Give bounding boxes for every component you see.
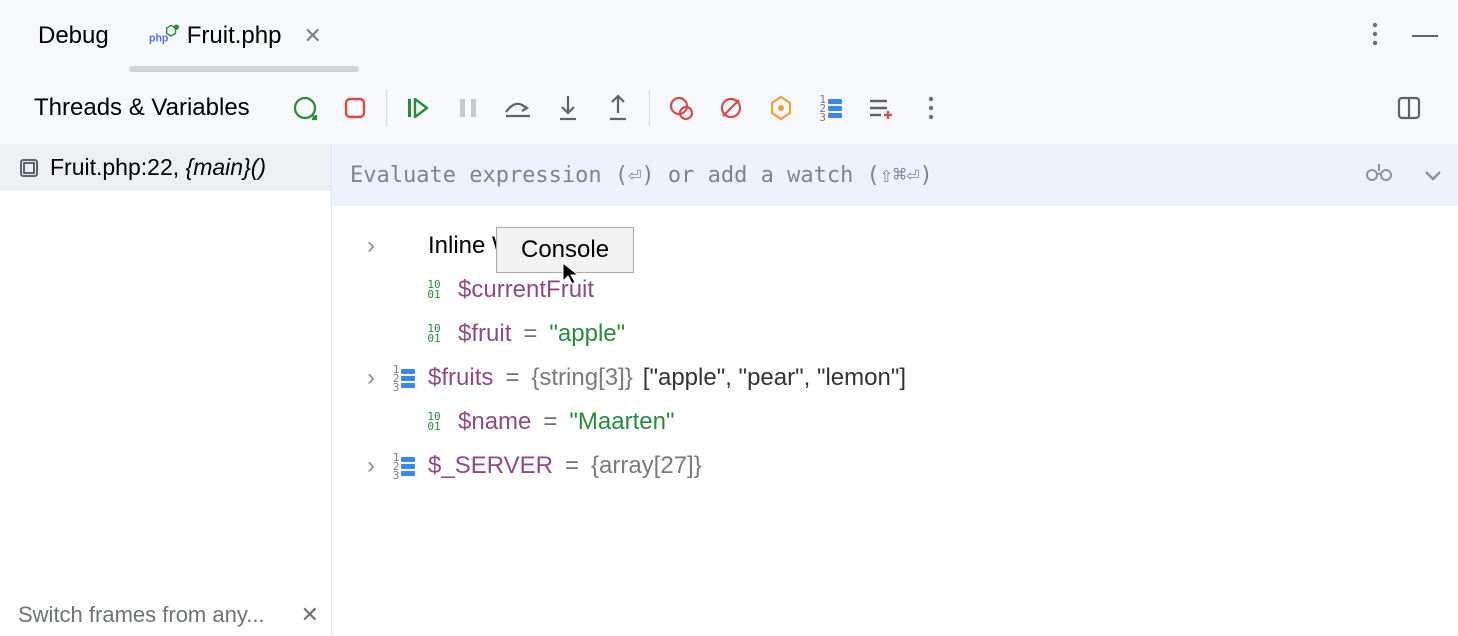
frame-icon <box>18 157 40 179</box>
variable-name: $fruit <box>458 320 511 348</box>
variable-row-currentfruit[interactable]: › 1001 $currentFruit <box>362 268 1458 312</box>
array-icon: 123 <box>393 365 416 392</box>
variable-type: {string[3]} <box>531 364 632 392</box>
stop-icon[interactable] <box>330 88 380 128</box>
variable-row-server[interactable]: › 123 $_SERVER = {array[27]} <box>362 444 1458 488</box>
toolbar-separator <box>386 90 387 126</box>
debug-toolbar: Threads & Variables 123 <box>0 72 1458 144</box>
tooltip-label: Console <box>521 236 609 263</box>
rerun-icon[interactable] <box>280 88 330 128</box>
array-icon: 123 <box>393 453 416 480</box>
glasses-icon[interactable] <box>1364 162 1394 188</box>
step-out-icon[interactable] <box>593 88 643 128</box>
mute-breakpoints-icon[interactable] <box>706 88 756 128</box>
step-over-icon[interactable] <box>493 88 543 128</box>
variable-name: $name <box>458 408 531 436</box>
resume-icon[interactable] <box>393 88 443 128</box>
variable-preview: ["apple", "pear", "lemon"] <box>643 364 906 392</box>
variable-value: "apple" <box>549 320 625 348</box>
status-message: Switch frames from any... ✕ <box>18 602 319 628</box>
close-icon[interactable]: ✕ <box>303 23 321 49</box>
layout-settings-icon[interactable] <box>1384 88 1434 128</box>
evaluate-placeholder: Evaluate expression (⏎) or add a watch (… <box>350 163 933 188</box>
scalar-icon: 1001 <box>427 412 440 432</box>
toolbar-separator <box>649 90 650 126</box>
scalar-icon: 1001 <box>427 280 440 300</box>
variable-row-fruits[interactable]: › 123 $fruits = {string[3]} ["apple", "p… <box>362 356 1458 400</box>
variable-value: "Maarten" <box>569 408 674 436</box>
step-into-icon[interactable] <box>543 88 593 128</box>
exception-breakpoint-icon[interactable] <box>756 88 806 128</box>
variable-name: $fruits <box>428 364 493 392</box>
variable-row-fruit[interactable]: › 1001 $fruit = "apple" <box>362 312 1458 356</box>
status-text: Switch frames from any... <box>18 602 265 628</box>
tab-fruit-php[interactable]: php Fruit.php ✕ <box>129 0 342 72</box>
more-options-icon[interactable] <box>1372 22 1378 51</box>
variables-panel: Evaluate expression (⏎) or add a watch (… <box>332 144 1458 636</box>
frame-function: {main}() <box>186 154 267 180</box>
variable-row-name[interactable]: › 1001 $name = "Maarten" <box>362 400 1458 444</box>
php-file-icon: php <box>149 25 179 47</box>
add-watch-icon[interactable] <box>856 88 906 128</box>
close-status-icon[interactable]: ✕ <box>301 602 319 628</box>
minimize-icon[interactable] <box>1412 35 1438 37</box>
view-breakpoints-icon[interactable] <box>656 88 706 128</box>
threads-variables-label: Threads & Variables <box>34 94 250 122</box>
sort-variables-icon[interactable]: 123 <box>806 88 856 128</box>
scalar-icon: 1001 <box>427 324 440 344</box>
chevron-down-icon[interactable] <box>1424 163 1442 188</box>
top-tab-bar: Debug php Fruit.php ✕ <box>0 0 1458 72</box>
cursor-icon <box>562 262 580 291</box>
svg-text:php: php <box>149 32 169 44</box>
stack-frame-item[interactable]: Fruit.php:22, {main}() <box>0 144 331 191</box>
tab-file-label: Fruit.php <box>187 22 282 50</box>
tab-debug[interactable]: Debug <box>18 22 129 50</box>
more-icon[interactable] <box>906 88 956 128</box>
variable-type: {array[27]} <box>591 452 702 480</box>
frame-location: Fruit.php:22, <box>50 154 186 180</box>
variable-name: $_SERVER <box>428 452 553 480</box>
pause-icon <box>443 88 493 128</box>
evaluate-expression-input[interactable]: Evaluate expression (⏎) or add a watch (… <box>332 144 1458 206</box>
frames-panel: Fruit.php:22, {main}() Switch frames fro… <box>0 144 332 636</box>
